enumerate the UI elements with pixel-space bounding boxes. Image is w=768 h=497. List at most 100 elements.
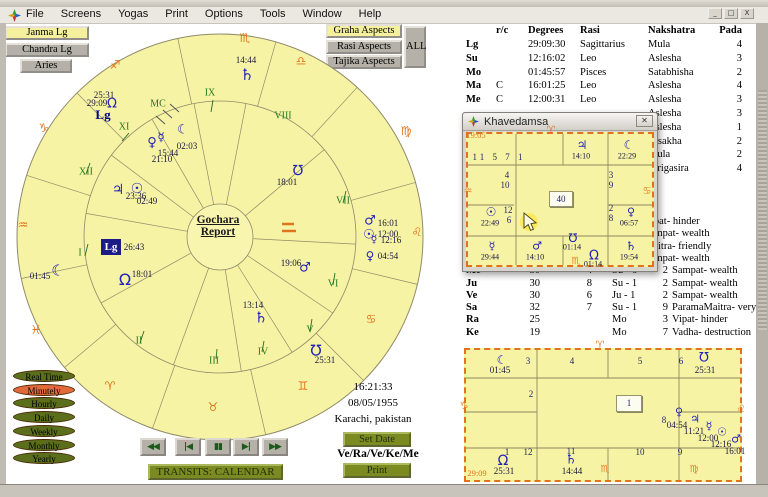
pause-button[interactable]: ▮▮ (205, 438, 231, 456)
value-cell: 30 (530, 279, 541, 290)
mouse-cursor (518, 210, 542, 236)
retro-combust-cell: C (496, 95, 503, 106)
wheel-center-line2: Report (178, 226, 258, 238)
pada-cell: 3 (737, 95, 742, 106)
rasi-cell: Leo (580, 54, 596, 65)
interval-monthly[interactable]: Monthly (13, 439, 75, 451)
interval-minutely[interactable]: Minutely (13, 384, 75, 396)
column-header: r/c (496, 26, 508, 37)
degrees-cell: 01:45:57 (528, 68, 565, 79)
khavedamsa-titlebar[interactable]: Khavedamsa ✕ (463, 113, 657, 131)
pada-cell: 4 (737, 40, 742, 51)
tara-number-cell: 9 (663, 303, 668, 314)
planet-cell: Ve (466, 291, 477, 302)
interval-daily[interactable]: Daily (13, 411, 75, 423)
planet-cell: Ma (466, 81, 481, 92)
degrees-cell: 12:00:31 (528, 95, 565, 106)
tara-number-cell: 7 (663, 328, 668, 339)
planet-cell: Ra (466, 315, 479, 326)
tara-result-cell: Sampat- wealth (672, 279, 738, 290)
column-header: Nakshatra (648, 26, 695, 37)
rasi-cell: Sagittarius (580, 40, 625, 51)
pada-cell: 1 (737, 123, 742, 134)
planet-cell: Su (466, 54, 478, 65)
planet-cell: Mo (466, 68, 481, 79)
value-cell: 7 (587, 303, 592, 314)
value-cell: 6 (587, 291, 592, 302)
pada-cell: 2 (737, 137, 742, 148)
tara-result-cell: ParamaMaitra- very friendly (672, 303, 768, 314)
planet-cell: Lg (466, 40, 478, 51)
value-cell: 8 (587, 279, 592, 290)
wheel-center-label: Gochara Report (178, 214, 258, 238)
step-back-button[interactable]: |◀ (175, 438, 201, 456)
lord-cell: Su - 1 (612, 303, 637, 314)
lord-cell: Ju - 1 (612, 291, 635, 302)
rasi-chart-number: 1 (616, 395, 642, 412)
tara-result-cell: Vadha- destruction (672, 328, 751, 339)
khavedamsa-title: Khavedamsa (484, 116, 548, 128)
window-frame-bottom (0, 484, 768, 497)
set-date-button[interactable]: Set Date (343, 432, 411, 447)
tara-number-cell: 2 (663, 279, 668, 290)
window-frame-grip (758, 90, 767, 330)
window-frame-left (0, 23, 6, 484)
degrees-cell: 12:16:02 (528, 54, 565, 65)
nakshatra-cell: Aslesha (648, 95, 681, 106)
print-button[interactable]: Print (343, 463, 411, 478)
planet-cell: Sa (466, 303, 477, 314)
tara-number-cell: 3 (663, 315, 668, 326)
nakshatra-cell: Satabhisha (648, 68, 694, 79)
clock-panel: 16:21:33 08/05/1955 Karachi, pakistan (313, 381, 433, 429)
tara-result-cell: Sampat- wealth (672, 291, 738, 302)
pada-cell: 2 (737, 150, 742, 161)
date-display: 08/05/1955 (313, 397, 433, 409)
column-header: Rasi (580, 26, 600, 37)
khavedamsa-window: Khavedamsa ✕ 19:0511 5 7 1♃14:10☾22:2941… (462, 112, 658, 272)
retro-combust-cell: C (496, 81, 503, 92)
close-button[interactable]: X (740, 8, 754, 19)
restore-button[interactable]: □ (724, 8, 738, 19)
lord-cell: Su - 1 (612, 279, 637, 290)
planet-cell: Ju (466, 279, 477, 290)
pada-cell: 3 (737, 54, 742, 65)
value-cell: 32 (530, 303, 541, 314)
planet-cell: Me (466, 95, 481, 106)
window-controls: _□X (708, 8, 754, 19)
interval-real-time[interactable]: Real Time (13, 370, 75, 382)
nakshatra-cell: Mula (648, 40, 670, 51)
rewind-button[interactable]: ◀◀ (140, 438, 166, 456)
transits-calendar-button[interactable]: TRANSITS: CALENDAR (148, 464, 283, 480)
tara-number-cell: 2 (663, 291, 668, 302)
rasi-chart-grid (466, 350, 740, 480)
value-cell: 19 (530, 328, 541, 339)
step-forward-button[interactable]: ▶| (233, 438, 259, 456)
nakshatra-cell: Aslesha (648, 81, 681, 92)
value-cell: 30 (530, 291, 541, 302)
minimize-button[interactable]: _ (708, 8, 722, 19)
planet-cell: Ke (466, 328, 479, 339)
tara-number-cell: 2 (663, 266, 668, 277)
wheel-center-line1: Gochara (178, 214, 258, 226)
interval-weekly[interactable]: Weekly (13, 425, 75, 437)
nakshatra-cell: Aslesha (648, 54, 681, 65)
rasi-cell: Pisces (580, 68, 606, 79)
value-cell: 25 (530, 315, 541, 326)
planet-sequence-label: Ve/Ra/Ve/Ke/Me (333, 448, 423, 460)
tara-result-cell: Sampat- wealth (672, 266, 738, 277)
place-display: Karachi, pakistan (313, 413, 433, 425)
pada-cell: 2 (737, 68, 742, 79)
khavedamsa-number: 40 (549, 191, 573, 207)
lord-cell: Mo (612, 315, 627, 326)
fast-forward-button[interactable]: ▶▶ (262, 438, 288, 456)
rasi-cell: Leo (580, 81, 596, 92)
lord-cell: Mo (612, 328, 627, 339)
column-header: Pada (719, 26, 742, 37)
app-icon (468, 116, 479, 127)
rasi-cell: Leo (580, 95, 596, 106)
pada-cell: 4 (737, 81, 742, 92)
transit-lagna-marker: Lg (101, 239, 121, 255)
close-icon[interactable]: ✕ (636, 115, 653, 127)
pada-cell: 4 (737, 164, 742, 175)
degrees-cell: 16:01:25 (528, 81, 565, 92)
